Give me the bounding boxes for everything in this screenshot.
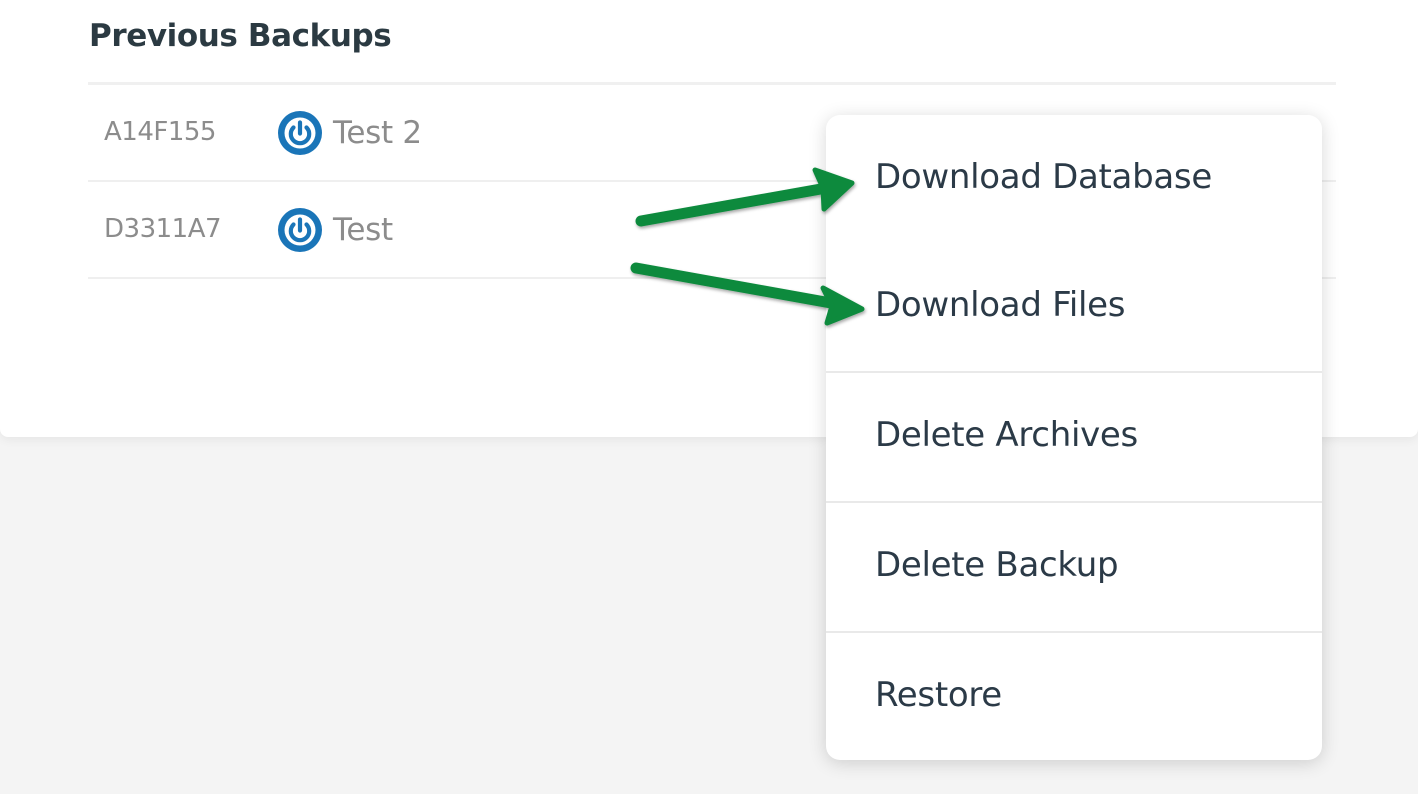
power-icon bbox=[278, 111, 322, 155]
menu-divider bbox=[826, 501, 1322, 503]
menu-item-download-database[interactable]: Download Database bbox=[826, 157, 1322, 197]
menu-item-restore[interactable]: Restore bbox=[826, 675, 1322, 715]
backup-site: Test 2 bbox=[277, 110, 422, 156]
site-name: Test 2 bbox=[333, 115, 422, 151]
backups-page: Previous Backups A14F155 Test 2 D3311A7 bbox=[0, 0, 1418, 794]
menu-item-delete-archives[interactable]: Delete Archives bbox=[826, 415, 1322, 455]
menu-divider bbox=[826, 631, 1322, 633]
power-icon bbox=[278, 208, 322, 252]
menu-item-delete-backup[interactable]: Delete Backup bbox=[826, 545, 1322, 585]
backup-actions-menu: Download Database Download Files Delete … bbox=[826, 115, 1322, 760]
section-title: Previous Backups bbox=[89, 18, 392, 54]
backup-id: D3311A7 bbox=[104, 214, 222, 244]
site-name: Test bbox=[333, 212, 393, 248]
backup-id: A14F155 bbox=[104, 117, 216, 147]
backup-site: Test bbox=[277, 207, 393, 253]
menu-divider bbox=[826, 371, 1322, 373]
menu-item-download-files[interactable]: Download Files bbox=[826, 285, 1322, 325]
